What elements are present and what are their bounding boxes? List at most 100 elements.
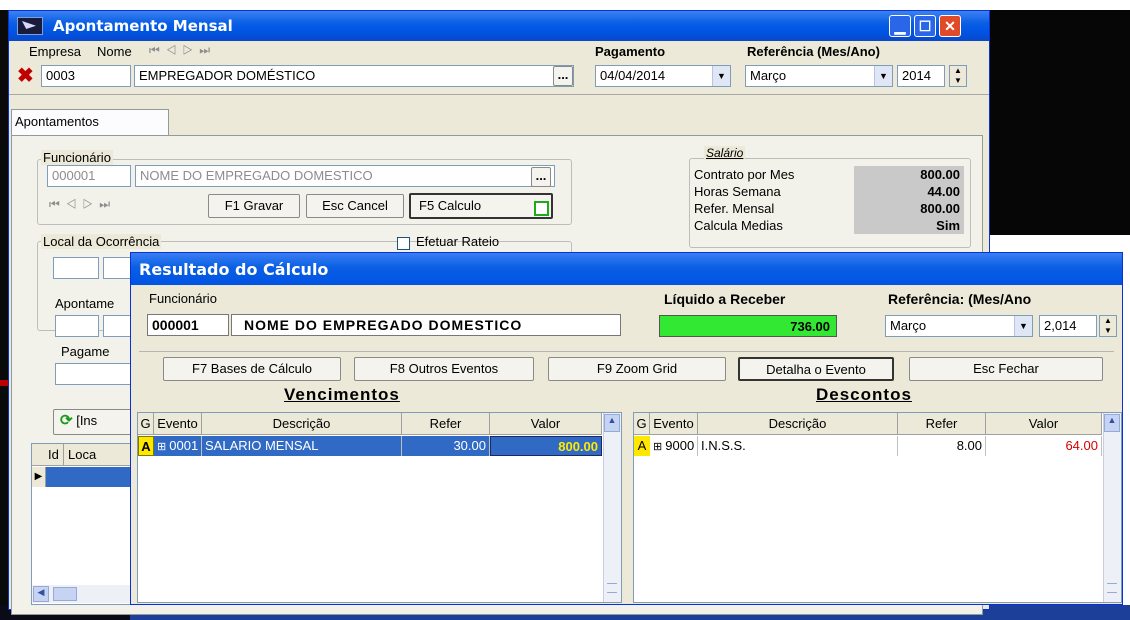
pagamento-label: Pagamento [595, 44, 666, 59]
ref-year-input[interactable]: 2014 [897, 65, 945, 87]
refresh-icon: ⟳ [60, 412, 73, 429]
desc-header-descricao[interactable]: Descrição [698, 413, 898, 435]
venc-row-descricao: SALARIO MENSAL [202, 436, 402, 456]
venc-row-refer: 30.00 [402, 436, 490, 456]
gravar-button[interactable]: F1 Gravar [208, 194, 300, 218]
zoom-grid-button[interactable]: F9 Zoom Grid [548, 357, 726, 381]
desktop-accent [0, 380, 8, 386]
calculo-button[interactable]: F5 Calculo [409, 193, 553, 219]
dialog-month-dropdown[interactable]: Março ▼ [885, 315, 1033, 337]
empresa-code-input[interactable]: 0003 [41, 65, 131, 87]
salario-label-horas: Horas Semana [694, 184, 781, 199]
rateio-label: Efetuar Rateio [416, 234, 500, 249]
desc-header-g[interactable]: G [634, 413, 650, 435]
venc-header-evento[interactable]: Evento [154, 413, 202, 435]
dialog-year-spinner[interactable]: ▲ ▼ [1099, 315, 1117, 337]
maximize-button[interactable]: ☐ [914, 15, 936, 37]
venc-header-valor[interactable]: Valor [490, 413, 602, 435]
chevron-down-icon[interactable]: ▼ [712, 66, 730, 86]
expand-icon[interactable]: ⊞ [157, 441, 169, 453]
bases-calculo-button[interactable]: F7 Bases de Cálculo [163, 357, 341, 381]
salario-value-contrato: 800.00 [854, 166, 964, 183]
dialog-year-input[interactable]: 2,014 [1039, 315, 1097, 337]
year-spinner[interactable]: ▲ ▼ [949, 65, 967, 87]
salario-value-refer: 800.00 [854, 200, 964, 217]
salario-value-horas: 44.00 [854, 183, 964, 200]
funcionario-nav-icons[interactable]: ⏮◁▷⏭ [49, 197, 116, 212]
pagamento-date-dropdown[interactable]: 04/04/2014 ▼ [595, 65, 731, 87]
detalha-evento-button[interactable]: Detalha o Evento [738, 357, 894, 381]
scroll-grip-icon [607, 583, 617, 593]
insert-label: [Ins [76, 413, 98, 428]
scroll-left-icon[interactable]: ◀ [33, 586, 49, 602]
chevron-down-icon[interactable]: ▼ [1014, 316, 1032, 336]
fechar-button[interactable]: Esc Fechar [909, 357, 1103, 381]
local-label: Local da Ocorrência [41, 234, 162, 249]
empresa-label: Empresa [29, 44, 82, 59]
outros-eventos-button[interactable]: F8 Outros Eventos [354, 357, 534, 381]
referencia-label: Referência (Mes/Ano) [747, 44, 880, 59]
local-code-input[interactable] [53, 257, 99, 279]
funcionario-name-input[interactable]: NOME DO EMPREGADO DOMESTICO [135, 165, 555, 187]
desc-vscrollbar[interactable] [1103, 413, 1121, 602]
salario-value-medias: Sim [854, 217, 964, 234]
venc-vscrollbar[interactable] [603, 413, 621, 602]
desc-row[interactable]: A ⊞ 9000 I.N.S.S. 8.00 64.00 [634, 436, 1102, 456]
chevron-down-icon[interactable]: ▼ [874, 66, 892, 86]
scroll-up-icon[interactable]: ▲ [604, 414, 620, 432]
local-name-input[interactable] [103, 257, 133, 279]
desc-header-evento[interactable]: Evento [650, 413, 698, 435]
close-button[interactable]: ✕ [939, 15, 961, 37]
venc-header-g[interactable]: G [138, 413, 154, 435]
dialog-func-name[interactable]: NOME DO EMPREGADO DOMESTICO [231, 314, 621, 336]
apontamento-name-input[interactable] [103, 315, 133, 337]
cancel-button[interactable]: Esc Cancel [306, 194, 404, 218]
app-icon[interactable] [17, 17, 43, 35]
delete-icon[interactable]: ✖ [17, 63, 34, 88]
venc-row[interactable]: A ⊞ 0001 SALARIO MENSAL 30.00 800.00 [138, 436, 603, 456]
row-indicator-icon: ▶ [32, 467, 46, 487]
tab-apontamentos[interactable]: Apontamentos [11, 109, 169, 135]
empresa-name-input[interactable]: EMPREGADOR DOMÉSTICO [134, 65, 574, 87]
desc-header-refer[interactable]: Refer [898, 413, 986, 435]
dialog-title-bar[interactable]: Resultado do Cálculo [131, 253, 1122, 285]
apontamento-code-input[interactable] [55, 315, 99, 337]
venc-header-refer[interactable]: Refer [402, 413, 490, 435]
dialog-funcionario-label: Funcionário [149, 291, 217, 306]
funcionario-code-input[interactable]: 000001 [47, 165, 131, 187]
record-nav-icons[interactable]: ⏮◁▷⏭ [149, 43, 216, 58]
descontos-title: Descontos [816, 385, 912, 404]
venc-header-descricao[interactable]: Descrição [202, 413, 402, 435]
funcionario-lookup-button[interactable]: ... [531, 167, 551, 187]
scroll-up-icon[interactable]: ▲ [1104, 414, 1120, 432]
scroll-thumb[interactable] [53, 587, 77, 601]
calculo-label: F5 Calculo [419, 198, 482, 213]
ref-month-dropdown[interactable]: Março ▼ [745, 65, 893, 87]
dialog-func-code[interactable]: 000001 [147, 314, 229, 336]
salario-label-contrato: Contrato por Mes [694, 167, 795, 182]
expand-icon[interactable]: ⊞ [653, 441, 665, 453]
ref-month-value: Março [750, 68, 787, 83]
salario-title: Salário [704, 146, 746, 160]
grid-selected-row[interactable] [46, 467, 139, 487]
desc-header-valor[interactable]: Valor [986, 413, 1102, 435]
resultado-dialog: Resultado do Cálculo Funcionário Líquido… [130, 252, 1123, 605]
vencimentos-title: Vencimentos [284, 385, 400, 404]
liquido-label: Líquido a Receber [664, 291, 786, 307]
pagamento-input[interactable] [55, 363, 135, 385]
calculo-checkbox[interactable] [534, 201, 549, 216]
venc-row-evento: ⊞ 0001 [154, 436, 202, 456]
empresa-lookup-button[interactable]: ... [553, 66, 573, 86]
dialog-month-value: Março [890, 318, 927, 333]
grid-header-local[interactable]: Loca [64, 444, 139, 466]
desc-row-refer: 8.00 [898, 436, 986, 456]
insert-button[interactable]: ⟳ [Ins [53, 409, 137, 435]
apontamento-label: Apontame [55, 296, 115, 311]
rateio-checkbox[interactable] [397, 237, 410, 250]
grid-header-id[interactable]: Id [32, 444, 64, 466]
scroll-grip-icon [1107, 583, 1117, 593]
desc-row-valor: 64.00 [986, 436, 1102, 456]
minimize-button[interactable]: ▁ [889, 15, 911, 37]
pagamento-date-value: 04/04/2014 [600, 68, 666, 83]
main-title-bar[interactable]: Apontamento Mensal [9, 11, 989, 41]
